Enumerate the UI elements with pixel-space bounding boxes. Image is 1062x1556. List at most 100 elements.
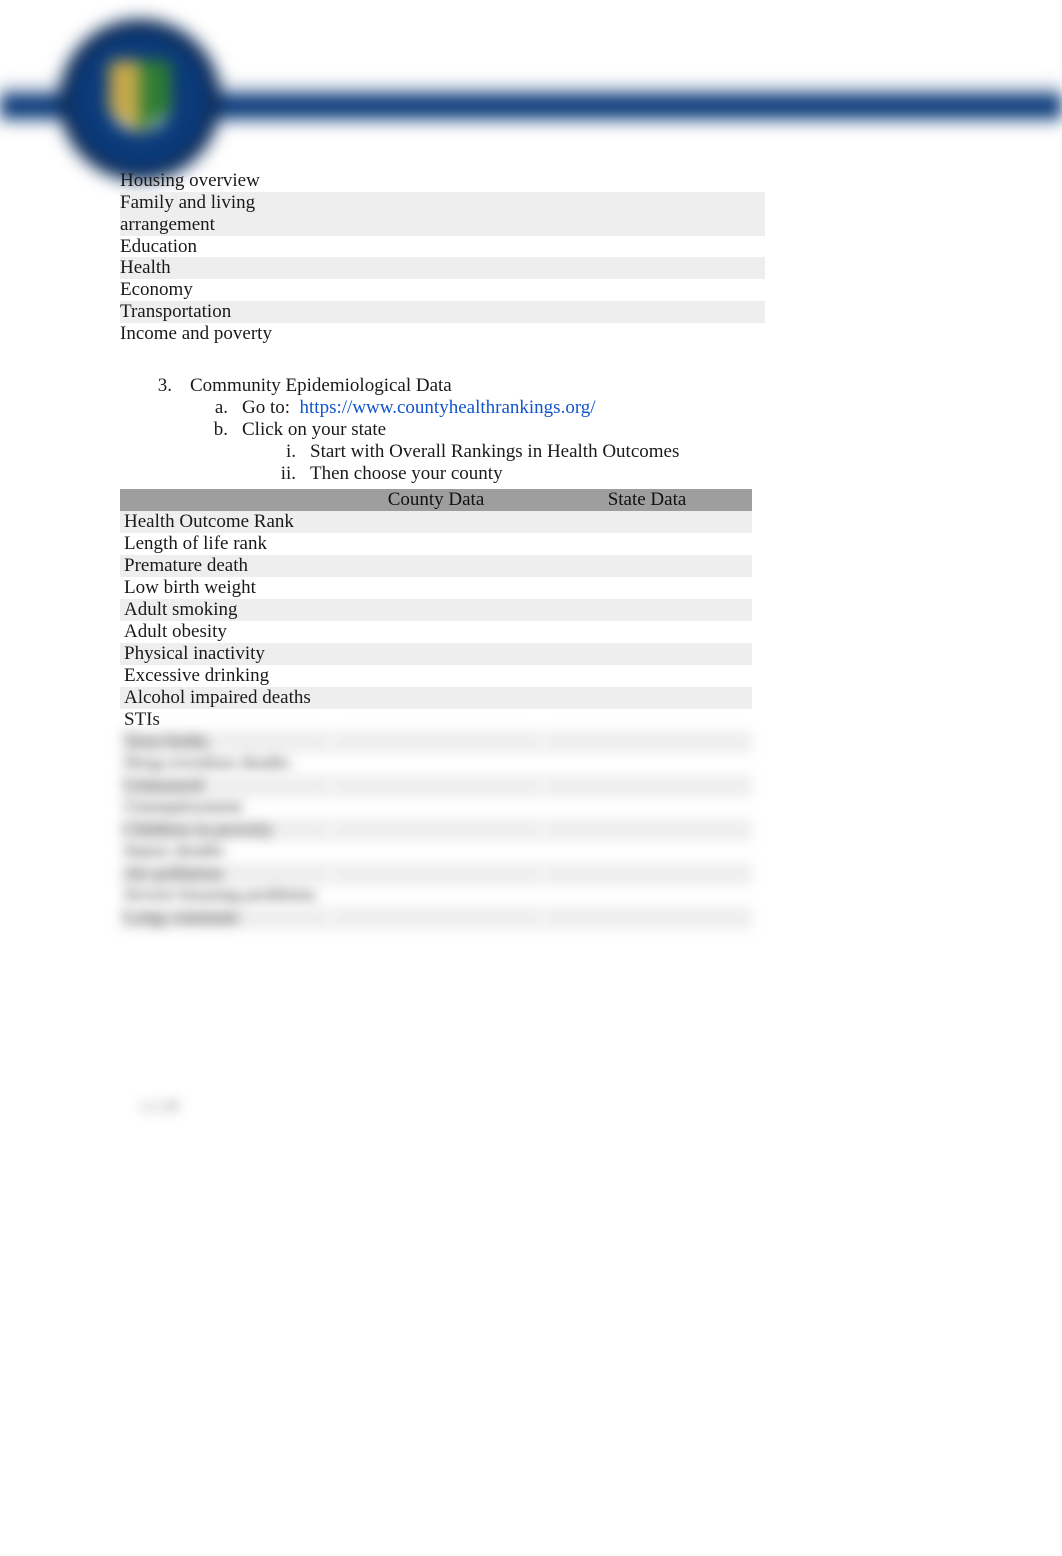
cell-blank xyxy=(542,709,752,731)
cell-blank xyxy=(330,819,542,841)
cell-blank xyxy=(330,599,542,621)
cell-blank xyxy=(542,753,752,775)
table-row: Low birth weight xyxy=(120,577,752,599)
cell-blank xyxy=(542,621,752,643)
table-row: Alcohol impaired deaths xyxy=(120,687,752,709)
row-label: Health Outcome Rank xyxy=(120,511,330,533)
cell-blank xyxy=(305,236,461,258)
cell-blank xyxy=(542,885,752,907)
cell-blank xyxy=(461,214,613,236)
cell-blank xyxy=(330,643,542,665)
cell-blank xyxy=(330,863,542,885)
table-row: Drug overdose deaths xyxy=(120,753,752,775)
cell-blank xyxy=(542,511,752,533)
row-label: Adult obesity xyxy=(120,621,330,643)
list-text: Start with Overall Rankings in Health Ou… xyxy=(310,441,679,463)
row-label: Family and living arrangement xyxy=(120,192,305,236)
row-label: Economy xyxy=(120,279,305,301)
cell-blank xyxy=(305,279,461,301)
cell-blank xyxy=(613,214,765,236)
cell-blank xyxy=(461,279,613,301)
cell-blank xyxy=(542,687,752,709)
row-label: Teen births xyxy=(120,731,330,753)
cell-blank xyxy=(542,819,752,841)
list-text: Click on your state xyxy=(242,419,386,441)
cell-blank xyxy=(542,665,752,687)
row-label: STIs xyxy=(120,709,330,731)
cell-blank xyxy=(461,170,613,192)
table-row: Long commute xyxy=(120,907,752,929)
letterhead xyxy=(0,0,1062,170)
demographic-categories-table: Housing overviewFamily and living arrang… xyxy=(120,170,765,345)
table-row: Length of life rank xyxy=(120,533,752,555)
cell-blank xyxy=(330,775,542,797)
cell-blank xyxy=(613,301,765,323)
table-row: Severe housing problems xyxy=(120,885,752,907)
list-item-3a: a. Go to: https://www.countyhealthrankin… xyxy=(120,397,942,419)
row-label: Housing overview xyxy=(120,170,305,192)
table-row: Economy xyxy=(120,279,765,301)
cell-blank xyxy=(330,621,542,643)
cell-blank xyxy=(542,863,752,885)
table-row: Transportation xyxy=(120,301,765,323)
table-header-county: County Data xyxy=(330,489,542,511)
table-header-row: County Data State Data xyxy=(120,489,752,511)
cell-blank xyxy=(305,192,461,214)
row-label: Injury deaths xyxy=(120,841,330,863)
table-row: Air pollution xyxy=(120,863,752,885)
row-label: Adult smoking xyxy=(120,599,330,621)
list-text: Then choose your county xyxy=(310,463,503,485)
table-row: Health xyxy=(120,257,765,279)
cell-blank xyxy=(461,192,613,214)
list-number: 3. xyxy=(154,375,172,397)
cell-blank xyxy=(461,301,613,323)
section-3: 3. Community Epidemiological Data a. Go … xyxy=(120,375,942,485)
list-roman: ii. xyxy=(274,463,296,485)
cell-blank xyxy=(330,709,542,731)
table-row: Uninsured xyxy=(120,775,752,797)
row-label: Long commute xyxy=(120,907,330,929)
cell-blank xyxy=(305,170,461,192)
table-row: Premature death xyxy=(120,555,752,577)
table-row: STIs xyxy=(120,709,752,731)
row-label: Unemployment xyxy=(120,797,330,819)
table-row: Health Outcome Rank xyxy=(120,511,752,533)
cell-blank xyxy=(542,555,752,577)
cell-blank xyxy=(613,192,765,214)
cell-blank xyxy=(542,775,752,797)
table-row: Teen births xyxy=(120,731,752,753)
row-label: Children in poverty xyxy=(120,819,330,841)
table-row: Adult obesity xyxy=(120,621,752,643)
cell-blank xyxy=(542,599,752,621)
cell-blank xyxy=(330,665,542,687)
cell-blank xyxy=(542,797,752,819)
table-header-blank xyxy=(120,489,330,511)
row-label: Low birth weight xyxy=(120,577,330,599)
list-letter: b. xyxy=(212,419,228,441)
list-letter: a. xyxy=(212,397,228,419)
county-health-rankings-link[interactable]: https://www.countyhealthrankings.org/ xyxy=(300,397,596,418)
cell-blank xyxy=(305,214,461,236)
row-label: Transportation xyxy=(120,301,305,323)
table-row: Excessive drinking xyxy=(120,665,752,687)
version-label: v.1.20 xyxy=(140,1098,179,1116)
cell-blank xyxy=(330,907,542,929)
table-row: Children in poverty xyxy=(120,819,752,841)
cell-blank xyxy=(613,236,765,258)
cell-blank xyxy=(330,511,542,533)
document-body: Housing overviewFamily and living arrang… xyxy=(0,170,1062,1509)
row-label: Education xyxy=(120,236,305,258)
cell-blank xyxy=(613,170,765,192)
table-row: Income and poverty xyxy=(120,323,765,345)
row-label: Excessive drinking xyxy=(120,665,330,687)
cell-blank xyxy=(330,687,542,709)
list-item-3b-i: i. Start with Overall Rankings in Health… xyxy=(120,441,942,463)
cell-blank xyxy=(613,279,765,301)
row-label: Length of life rank xyxy=(120,533,330,555)
list-text: Community Epidemiological Data xyxy=(190,375,452,397)
table-row: Adult smoking xyxy=(120,599,752,621)
cell-blank xyxy=(542,731,752,753)
row-label: Alcohol impaired deaths xyxy=(120,687,330,709)
cell-blank xyxy=(330,577,542,599)
shield-icon xyxy=(109,60,171,132)
